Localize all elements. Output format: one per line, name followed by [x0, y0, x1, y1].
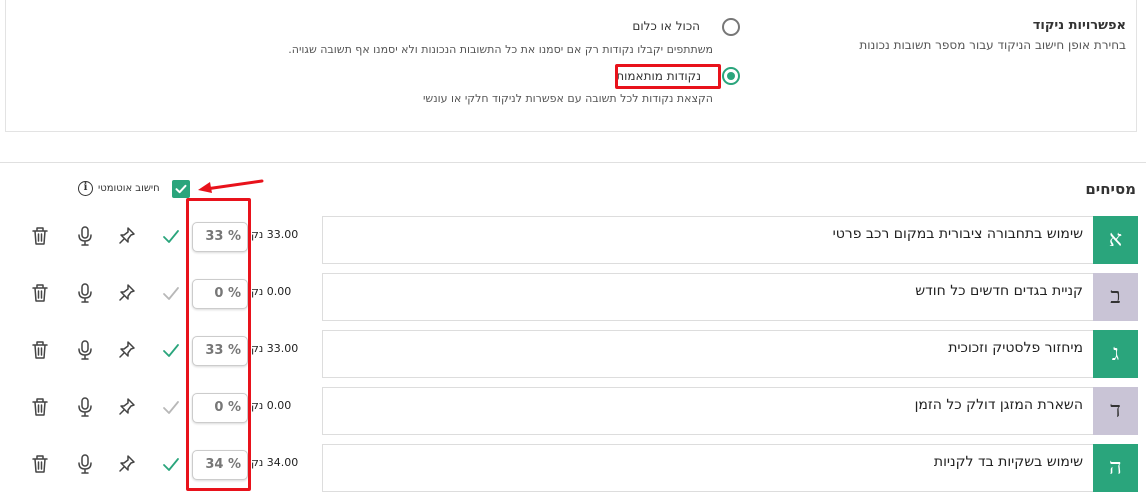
scoring-options-title: אפשרויות ניקוד — [1032, 18, 1126, 33]
answer-text-box[interactable]: קניית בגדים חדשים כל חודש — [322, 273, 1093, 321]
scoring-options-panel: אפשרויות ניקוד בחירת אופן חישוב הניקוד ע… — [5, 0, 1137, 132]
answer-text-box[interactable]: שימוש בשקיות בד לקניות — [322, 444, 1093, 492]
section-divider — [0, 162, 1146, 163]
answer-text-box[interactable]: שימוש בתחבורה ציבורית במקום רכב פרטי — [322, 216, 1093, 264]
answer-points: 0.00 נק' — [248, 285, 292, 298]
answer-row: שימוש בתחבורה ציבורית במקום רכב פרטי א 3… — [0, 216, 1146, 266]
trash-icon[interactable] — [31, 397, 49, 417]
microphone-icon[interactable] — [76, 283, 94, 303]
answer-letter: ג — [1093, 330, 1138, 378]
microphone-icon[interactable] — [76, 397, 94, 417]
microphone-icon[interactable] — [76, 226, 94, 246]
option-all-or-nothing-description: משתתפים יקבלו נקודות רק אם יסמנו את כל ה… — [288, 43, 713, 56]
answer-text-box[interactable]: מיחזור פלסטיק וזכוכית — [322, 330, 1093, 378]
trash-icon[interactable] — [31, 340, 49, 360]
info-icon[interactable]: i — [78, 181, 93, 196]
highlight-custom-points — [615, 64, 721, 89]
pin-icon[interactable] — [118, 454, 136, 474]
radio-custom-points[interactable] — [722, 67, 740, 85]
option-all-or-nothing-label[interactable]: הכול או כלום — [632, 19, 700, 33]
answer-letter: ד — [1093, 387, 1138, 435]
trash-icon[interactable] — [31, 226, 49, 246]
answer-points: 33.00 נק' — [248, 228, 299, 241]
correct-checkmark-icon[interactable] — [162, 454, 180, 474]
correct-checkmark-icon[interactable] — [162, 226, 180, 246]
radio-all-or-nothing[interactable] — [722, 18, 740, 36]
pin-icon[interactable] — [118, 226, 136, 246]
answer-points: 0.00 נק' — [248, 399, 292, 412]
scoring-options-subtitle: בחירת אופן חישוב הניקוד עבור מספר תשובות… — [859, 38, 1126, 52]
answer-row: מיחזור פלסטיק וזכוכית ג 33.00 נק' 33 % — [0, 330, 1146, 380]
pin-icon[interactable] — [118, 340, 136, 360]
correct-checkmark-icon[interactable] — [162, 340, 180, 360]
answer-text[interactable]: שימוש בשקיות בד לקניות — [934, 454, 1083, 470]
pin-icon[interactable] — [118, 397, 136, 417]
answers-section-title: מסיחים — [1085, 180, 1136, 198]
option-custom-points-description: הקצאת נקודות לכל תשובה עם אפשרות לניקוד … — [422, 92, 713, 105]
answer-points: 34.00 נק' — [248, 456, 299, 469]
answer-text-box[interactable]: השארת המזגן דולק כל הזמן — [322, 387, 1093, 435]
answer-letter: א — [1093, 216, 1138, 264]
answer-text[interactable]: השארת המזגן דולק כל הזמן — [915, 397, 1083, 413]
answer-text[interactable]: שימוש בתחבורה ציבורית במקום רכב פרטי — [833, 226, 1083, 242]
microphone-icon[interactable] — [76, 454, 94, 474]
auto-calc-label: חישוב אוטומטי — [98, 183, 160, 194]
answer-letter: ה — [1093, 444, 1138, 492]
highlight-percent-column — [186, 198, 251, 491]
answer-row: השארת המזגן דולק כל הזמן ד 0.00 נק' 0 % — [0, 387, 1146, 437]
correct-checkmark-icon[interactable] — [162, 283, 180, 303]
answer-text[interactable]: קניית בגדים חדשים כל חודש — [915, 283, 1083, 299]
auto-calc-checkbox[interactable] — [172, 180, 190, 198]
answer-row: קניית בגדים חדשים כל חודש ב 0.00 נק' 0 % — [0, 273, 1146, 323]
answer-row: שימוש בשקיות בד לקניות ה 34.00 נק' 34 % — [0, 444, 1146, 494]
trash-icon[interactable] — [31, 454, 49, 474]
answer-letter: ב — [1093, 273, 1138, 321]
answer-points: 33.00 נק' — [248, 342, 299, 355]
microphone-icon[interactable] — [76, 340, 94, 360]
checkmark-icon — [175, 184, 187, 194]
trash-icon[interactable] — [31, 283, 49, 303]
pin-icon[interactable] — [118, 283, 136, 303]
correct-checkmark-icon[interactable] — [162, 397, 180, 417]
annotation-arrow-icon — [198, 179, 264, 193]
answer-text[interactable]: מיחזור פלסטיק וזכוכית — [948, 340, 1083, 356]
